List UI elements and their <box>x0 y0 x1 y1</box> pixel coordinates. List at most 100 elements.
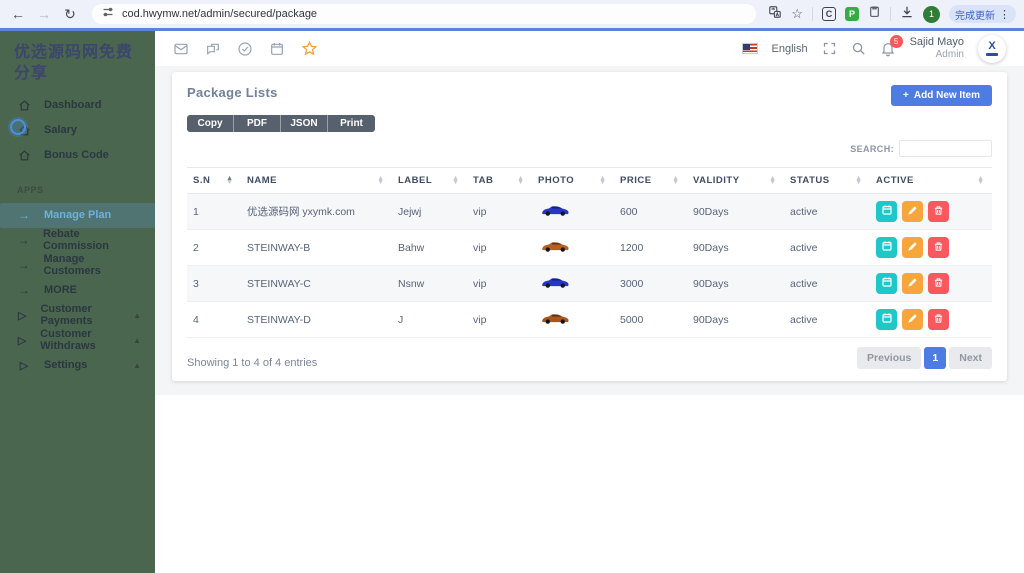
pagination-page-1-button[interactable]: 1 <box>924 347 947 369</box>
table-search-input[interactable] <box>899 140 992 157</box>
url-text[interactable]: cod.hwymw.net/admin/secured/package <box>122 8 317 20</box>
cell-actions[interactable] <box>870 265 992 302</box>
sort-desc-icon[interactable]: ▼ <box>226 179 233 186</box>
sort-icons[interactable]: ▲ ▼ <box>452 175 459 186</box>
sort-icons[interactable]: ▲ ▼ <box>672 175 679 186</box>
car-photo <box>542 277 569 288</box>
address-bar[interactable]: cod.hwymw.net/admin/secured/package <box>92 4 757 24</box>
search-icon[interactable] <box>851 41 866 56</box>
cell-label: Jejwj <box>392 193 467 230</box>
sidebar-item-more[interactable]: → MORE <box>0 278 155 303</box>
bookmark-star-icon[interactable]: ☆ <box>791 6 803 22</box>
column-header-validity[interactable]: VALIDITY ▲ ▼ <box>687 167 784 194</box>
sidebar-item-rebate-commission[interactable]: → Rebate Commission <box>0 228 155 253</box>
delete-button[interactable] <box>928 273 949 294</box>
sort-icons[interactable]: ▲ ▼ <box>977 175 984 186</box>
delete-button[interactable] <box>928 309 949 330</box>
edit-button[interactable] <box>902 309 923 330</box>
forward-icon[interactable]: → <box>34 4 54 24</box>
sidebar-item-dashboard[interactable]: Dashboard <box>0 93 155 118</box>
trash-icon <box>933 240 944 255</box>
cell-actions[interactable] <box>870 301 992 338</box>
column-header-tab[interactable]: TAB ▲ ▼ <box>467 167 532 194</box>
cell-sn: 4 <box>187 301 241 338</box>
column-header-name[interactable]: NAME ▲ ▼ <box>241 167 392 194</box>
sidebar-item-salary[interactable]: Salary <box>0 118 155 143</box>
language-selector[interactable]: English <box>772 43 808 55</box>
export-copy-button[interactable]: Copy <box>187 115 234 132</box>
cell-photo <box>532 193 614 230</box>
fullscreen-icon[interactable] <box>822 41 837 56</box>
column-header-label[interactable]: LABEL ▲ ▼ <box>392 167 467 194</box>
site-settings-icon[interactable] <box>102 5 114 23</box>
cell-actions[interactable] <box>870 229 992 266</box>
user-menu[interactable]: Sajid Mayo Admin <box>910 36 964 60</box>
notifications-bell[interactable]: 5 <box>880 34 903 57</box>
menu-kebab-icon[interactable]: ⋮ <box>999 8 1010 21</box>
view-button[interactable] <box>876 273 897 294</box>
edit-button[interactable] <box>902 273 923 294</box>
chat-icon[interactable] <box>205 41 221 57</box>
sort-icons[interactable]: ▲ ▼ <box>517 175 524 186</box>
export-print-button[interactable]: Print <box>328 115 375 132</box>
add-new-item-button[interactable]: + Add New Item <box>891 85 992 106</box>
sort-desc-icon[interactable]: ▼ <box>599 179 606 186</box>
browser-profile-avatar[interactable]: 1 <box>923 5 940 23</box>
sort-desc-icon[interactable]: ▼ <box>769 179 776 186</box>
view-button[interactable] <box>876 201 897 222</box>
export-json-button[interactable]: JSON <box>281 115 328 132</box>
refresh-icon[interactable]: ↻ <box>60 4 80 24</box>
sort-desc-icon[interactable]: ▼ <box>855 179 862 186</box>
edit-button[interactable] <box>902 237 923 258</box>
calendar-icon[interactable] <box>269 41 285 57</box>
package-lists-card: Package Lists + Add New Item Copy PDF JSON… <box>172 72 1007 381</box>
sort-icons[interactable]: ▲ ▼ <box>855 175 862 186</box>
extension-c-icon[interactable]: C <box>822 7 836 21</box>
sort-desc-icon[interactable]: ▼ <box>517 179 524 186</box>
sort-desc-icon[interactable]: ▼ <box>977 179 984 186</box>
check-circle-icon[interactable] <box>237 41 253 57</box>
pagination-next-button[interactable]: Next <box>949 347 992 369</box>
sort-desc-icon[interactable]: ▼ <box>452 179 459 186</box>
sort-desc-icon[interactable]: ▼ <box>672 179 679 186</box>
sort-icons[interactable]: ▲ ▼ <box>226 175 233 186</box>
column-header-active[interactable]: ACTIVE ▲ ▼ <box>870 167 992 194</box>
export-pdf-button[interactable]: PDF <box>234 115 281 132</box>
sort-icons[interactable]: ▲ ▼ <box>769 175 776 186</box>
extension-clipboard-icon[interactable] <box>868 5 881 23</box>
sidebar-item-customer-withdraws[interactable]: ▷ Customer Withdraws ▲ <box>0 328 155 353</box>
sidebar-item-settings[interactable]: ▷ Settings ▲ <box>0 353 155 378</box>
caret-right-icon: ▷ <box>19 359 29 372</box>
sort-icons[interactable]: ▲ ▼ <box>599 175 606 186</box>
pencil-icon <box>907 276 918 291</box>
cell-actions[interactable] <box>870 193 992 230</box>
cell-tab: vip <box>467 193 532 230</box>
back-icon[interactable]: ← <box>8 4 28 24</box>
sort-icons[interactable]: ▲ ▼ <box>377 175 384 186</box>
view-button[interactable] <box>876 309 897 330</box>
column-header-photo[interactable]: PHOTO ▲ ▼ <box>532 167 614 194</box>
translate-icon[interactable] <box>768 5 782 24</box>
avatar[interactable]: X <box>978 34 1006 63</box>
chrome-update-button[interactable]: 完成更新 ⋮ <box>949 5 1016 23</box>
extension-green-icon[interactable]: P <box>845 7 859 21</box>
sort-desc-icon[interactable]: ▼ <box>377 179 384 186</box>
delete-button[interactable] <box>928 237 949 258</box>
edit-button[interactable] <box>902 201 923 222</box>
sidebar-item-bonus-code[interactable]: Bonus Code <box>0 143 155 168</box>
pencil-icon <box>907 312 918 327</box>
view-button[interactable] <box>876 237 897 258</box>
download-icon[interactable] <box>900 5 914 24</box>
delete-button[interactable] <box>928 201 949 222</box>
column-header-price[interactable]: PRICE ▲ ▼ <box>614 167 687 194</box>
cell-status: active <box>784 193 870 230</box>
sidebar-item-manage-plan[interactable]: → Manage Plan <box>0 202 155 228</box>
sidebar-item-customer-payments[interactable]: ▷ Customer Payments ▲ <box>0 303 155 328</box>
sidebar-item-manage-customers[interactable]: → Manage Customers <box>0 253 155 278</box>
star-icon[interactable] <box>301 40 318 57</box>
pagination-previous-button[interactable]: Previous <box>857 347 922 369</box>
column-header-status[interactable]: STATUS ▲ ▼ <box>784 167 870 194</box>
mail-icon[interactable] <box>173 41 189 57</box>
column-header-s-n[interactable]: S.N ▲ ▼ <box>187 167 241 194</box>
cell-price: 5000 <box>614 301 687 338</box>
